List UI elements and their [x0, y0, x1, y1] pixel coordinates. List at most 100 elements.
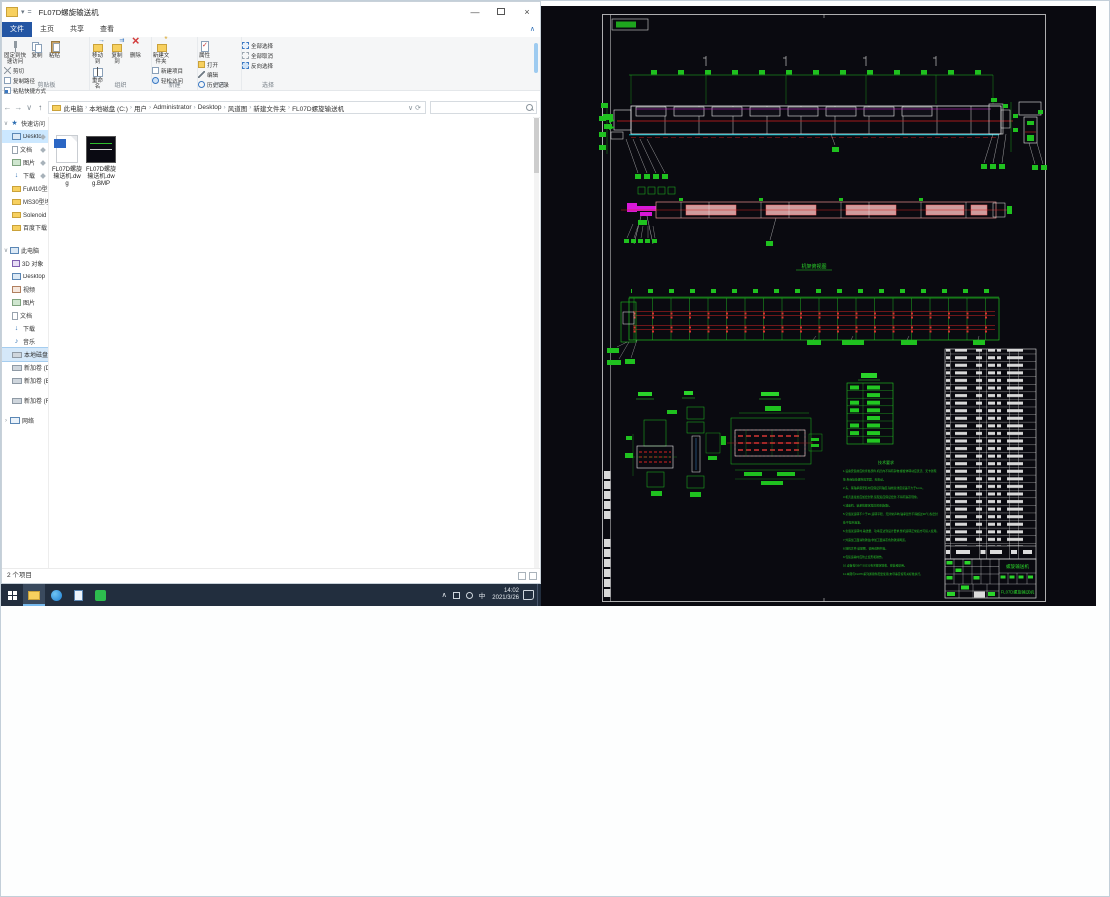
sidebar-section-this-pc[interactable]: ∨ 此电脑 [2, 244, 48, 257]
new-item-button[interactable]: 新建项目 [152, 67, 183, 77]
sidebar-item-volume-e[interactable]: 新加卷 (E:) [2, 374, 48, 387]
sidebar-item-pictures[interactable]: 图片 [2, 296, 48, 309]
search-input[interactable] [429, 101, 537, 114]
cut-button[interactable]: 剪切 [4, 67, 40, 77]
start-button[interactable] [1, 584, 23, 606]
paste-button[interactable]: 粘贴 [48, 40, 61, 59]
file-tile-bmp[interactable]: FL07D螺旋输送机.dwg.BMP [85, 132, 117, 188]
edit-icon [198, 71, 205, 78]
tab-share[interactable]: 共享 [62, 22, 92, 37]
forward-icon[interactable]: → [13, 103, 24, 112]
invert-selection-button[interactable]: 反向选择 [242, 62, 292, 72]
svg-text:7.外露加工面涂防锈油,非加工面涂灰色防锈漆两道。: 7.外露加工面涂防锈油,非加工面涂灰色防锈漆两道。 [843, 538, 908, 542]
clock-time: 14:02 [503, 588, 519, 594]
taskbar-file-explorer[interactable] [23, 584, 45, 606]
pin-to-quick-access-button[interactable]: 固定到快速访问 [4, 40, 26, 65]
tab-file[interactable]: 文件 [2, 22, 32, 37]
breadcrumb[interactable]: 此电脑 › 本地磁盘 (C:) › 用户 › Administrator › Deskt… [47, 101, 426, 114]
picture-icon [12, 159, 21, 166]
taskbar-document-app[interactable] [67, 584, 89, 606]
sidebar-item-pictures-qa[interactable]: 图片 [2, 156, 48, 169]
ribbon-scrollbar[interactable] [534, 43, 538, 73]
sidebar-item-documents[interactable]: 文档 [2, 309, 48, 322]
file-list-scrollbar[interactable] [534, 117, 539, 568]
properties-button[interactable]: 属性 [198, 40, 211, 59]
taskbar-clock[interactable]: 14:02 2021/3/26 [492, 588, 519, 602]
sidebar-item-folder-solenoid[interactable]: Solenoid Valve阀 [2, 208, 48, 221]
chevron-down-icon[interactable]: ∨ [2, 120, 10, 127]
quick-access-toolbar-icon[interactable]: ▾ [21, 8, 25, 16]
sidebar-item-local-disk-c[interactable]: 本地磁盘 (C:) [2, 347, 48, 362]
tab-home[interactable]: 主页 [32, 22, 62, 37]
titlebar-customize-icon[interactable]: = [28, 9, 32, 16]
svg-text:5.空载试运转不少于2h,运转平稳、无异常声响,轴承温升不得: 5.空载试运转不少于2h,运转平稳、无异常声响,轴承温升不得超过30℃,各密封 [843, 512, 938, 516]
tray-ime-icon[interactable]: 中 [479, 590, 486, 600]
delete-button[interactable]: 删除 [129, 38, 142, 59]
sidebar-item-folder-baidu[interactable]: 百度下载 [2, 221, 48, 234]
back-icon[interactable]: ← [2, 103, 13, 112]
crumb-folder1[interactable]: 风道图 [227, 103, 249, 113]
sidebar-item-3d-objects[interactable]: 3D 对象 [2, 257, 48, 270]
details-view-icon[interactable] [518, 572, 526, 580]
action-center-icon[interactable] [523, 590, 534, 600]
group-label-organize: 组织 [114, 83, 127, 89]
chevron-down-icon[interactable]: ∨ [2, 247, 10, 254]
folder-icon [12, 211, 21, 218]
copy-button[interactable]: 复制 [30, 40, 43, 59]
crumb-this-pc[interactable]: 此电脑 [63, 103, 85, 113]
new-folder-button[interactable]: 新建文件夹 [152, 37, 170, 65]
sidebar-item-folder-ms30[interactable]: MS30型埋刮板输送机 [2, 195, 48, 208]
download-icon: ↓ [14, 324, 19, 332]
scrollbar-thumb[interactable] [534, 118, 539, 173]
ribbon-group-select: 全部选择 全部取消 反向选择 选择 [242, 37, 294, 90]
minimize-button[interactable]: — [462, 2, 488, 22]
explorer-folder-icon [28, 590, 40, 600]
sidebar-item-downloads[interactable]: ↓ 下载 [2, 322, 48, 335]
chevron-right-icon[interactable]: › [2, 418, 10, 424]
maximize-button[interactable] [488, 2, 514, 22]
file-list[interactable]: FL07D螺旋输送机.dwg FL07D螺旋输送机.dwg.BMP [49, 117, 533, 568]
move-to-button[interactable]: 移动到 [90, 38, 105, 65]
crumb-folder2[interactable]: 新建文件夹 [252, 103, 287, 113]
crumb-users[interactable]: 用户 [133, 103, 148, 113]
select-all-button[interactable]: 全部选择 [242, 42, 292, 52]
ribbon-expand-icon[interactable]: ∧ [530, 22, 540, 37]
sidebar-item-music[interactable]: ♪ 音乐 [2, 335, 48, 348]
tray-chevron-icon[interactable]: ∧ [442, 591, 447, 599]
window-title: FL07D螺旋输送机 [38, 7, 99, 17]
sidebar-section-network[interactable]: › 网络 [2, 414, 48, 427]
picture-icon [12, 299, 21, 306]
sidebar-item-videos[interactable]: 视频 [2, 283, 48, 296]
ribbon-group-open: 属性 打开 编辑 历史记录 打开 [198, 37, 242, 90]
recent-locations-icon[interactable]: ∨ [24, 103, 35, 112]
copy-to-button[interactable]: 复制到 [109, 38, 124, 65]
up-icon[interactable]: ↑ [35, 103, 46, 112]
open-button[interactable]: 打开 [198, 61, 226, 71]
tray-volume-icon[interactable] [465, 591, 473, 599]
desktop-icon [12, 273, 21, 280]
thumbnail-view-icon[interactable] [529, 572, 537, 580]
sidebar-item-volume-f[interactable]: 新加卷 (F:) [2, 394, 48, 407]
crumb-current[interactable]: FL07D螺旋输送机 [291, 103, 345, 113]
taskbar-green-app[interactable] [89, 584, 111, 606]
crumb-desktop[interactable]: Desktop [197, 104, 223, 111]
taskbar: ∧ 中 14:02 2021/3/26 [1, 584, 541, 606]
sidebar-item-volume-d[interactable]: 新加卷 (D:) [2, 361, 48, 374]
sidebar-section-quick-access[interactable]: ∨ ★ 快速访问 [2, 117, 48, 130]
sidebar-item-downloads-qa[interactable]: ↓ 下载 [2, 169, 48, 182]
sidebar-item-folder-fum10[interactable]: FuM10型链式输送机 [2, 182, 48, 195]
refresh-icon[interactable]: ⟳ [415, 104, 421, 112]
select-none-button[interactable]: 全部取消 [242, 52, 292, 62]
address-dropdown-icon[interactable]: ∨ [408, 104, 413, 112]
crumb-administrator[interactable]: Administrator [152, 104, 192, 111]
sidebar-item-desktop-qa[interactable]: Desktop [2, 130, 48, 143]
crumb-drive-c[interactable]: 本地磁盘 (C:) [88, 103, 129, 113]
tray-app-icon[interactable] [452, 591, 460, 599]
cad-title-block: 螺旋输送机 FL07D螺旋输送机 [944, 558, 1037, 599]
close-button[interactable]: × [514, 2, 540, 22]
sidebar-item-desktop[interactable]: Desktop [2, 270, 48, 283]
file-tile-dwg[interactable]: FL07D螺旋输送机.dwg [51, 132, 83, 188]
tab-view[interactable]: 查看 [92, 22, 122, 37]
sidebar-item-documents-qa[interactable]: 文档 [2, 143, 48, 156]
taskbar-browser-app[interactable] [45, 584, 67, 606]
